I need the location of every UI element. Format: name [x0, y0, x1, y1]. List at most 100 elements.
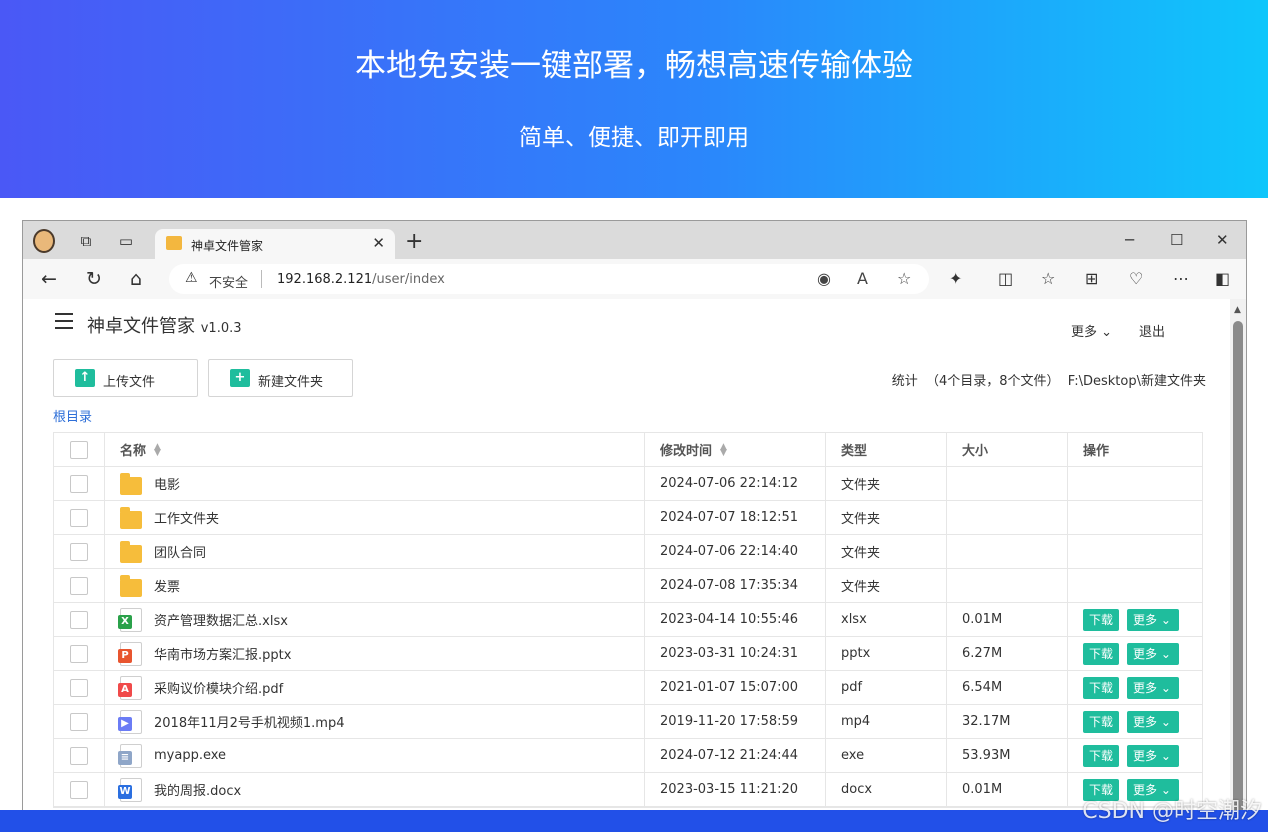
- hamburger-menu-icon[interactable]: [55, 313, 73, 334]
- new-folder-button[interactable]: + 新建文件夹: [208, 359, 353, 397]
- table-row[interactable]: ▶ 2018年11月2号手机视频1.mp4 2019-11-20 17:58:59 m…: [54, 705, 1202, 739]
- table-row[interactable]: 发票 2024-07-08 17:35:34 文件夹: [54, 569, 1202, 603]
- favorites-icon[interactable]: ☆: [1041, 269, 1055, 288]
- file-name[interactable]: 我的周报.docx: [154, 780, 241, 799]
- browser-tab[interactable]: 神卓文件管家 ✕: [155, 229, 395, 259]
- row-checkbox[interactable]: [70, 678, 88, 697]
- folder-icon: [120, 506, 142, 529]
- file-type: 文件夹: [825, 535, 946, 568]
- table-row[interactable]: 团队合同 2024-07-06 22:14:40 文件夹: [54, 535, 1202, 569]
- type-column-header: 类型: [825, 433, 946, 466]
- home-icon[interactable]: ⌂: [130, 268, 142, 290]
- download-button[interactable]: 下载: [1083, 608, 1120, 631]
- scroll-up-icon[interactable]: ▲: [1234, 305, 1241, 315]
- download-button[interactable]: 下载: [1083, 676, 1120, 699]
- file-name[interactable]: myapp.exe: [154, 748, 226, 763]
- upload-icon: ↑: [75, 369, 95, 387]
- breadcrumb-root[interactable]: 根目录: [53, 406, 92, 425]
- row-actions: [1067, 501, 1204, 534]
- name-column-header[interactable]: 名称 ▲ ▼: [104, 433, 644, 466]
- row-checkbox[interactable]: [70, 610, 88, 629]
- more-actions-button[interactable]: 更多 ⌄: [1127, 710, 1180, 733]
- file-name[interactable]: 发票: [154, 576, 180, 595]
- new-tab-icon[interactable]: +: [405, 229, 423, 254]
- file-type: xlsx: [825, 603, 946, 636]
- download-button[interactable]: 下载: [1083, 744, 1120, 767]
- modified-column-header[interactable]: 修改时间 ▲ ▼: [644, 433, 825, 466]
- eye-icon[interactable]: ◉: [817, 269, 831, 288]
- row-checkbox[interactable]: [70, 576, 88, 595]
- stats-text: 统计 （4个目录，8个文件） F:\Desktop\新建文件夹: [891, 374, 1206, 389]
- extensions-icon[interactable]: ✦: [949, 269, 962, 288]
- url-field[interactable]: ⚠ 不安全 192.168.2.121/user/index ◉ A ☆: [169, 264, 929, 294]
- more-actions-button[interactable]: 更多 ⌄: [1127, 744, 1180, 767]
- row-checkbox[interactable]: [70, 474, 88, 493]
- row-checkbox[interactable]: [70, 712, 88, 731]
- file-name[interactable]: 2018年11月2号手机视频1.mp4: [154, 712, 345, 731]
- maximize-icon[interactable]: ☐: [1170, 231, 1183, 249]
- file-size: 6.54M: [946, 671, 1067, 704]
- modified-time: 2023-03-15 11:21:20: [644, 773, 825, 806]
- table-row[interactable]: P 华南市场方案汇报.pptx 2023-03-31 10:24:31 pptx 6.2…: [54, 637, 1202, 671]
- upload-file-button[interactable]: ↑ 上传文件: [53, 359, 198, 397]
- row-checkbox[interactable]: [70, 508, 88, 527]
- sidebar-toggle-icon[interactable]: ◧: [1215, 269, 1230, 288]
- table-row[interactable]: ≡ myapp.exe 2024-07-12 21:24:44 exe 53.93M 下载…: [54, 739, 1202, 773]
- file-name[interactable]: 团队合同: [154, 542, 206, 561]
- close-window-icon[interactable]: ✕: [1216, 231, 1229, 249]
- collections-icon[interactable]: ⊞: [1085, 269, 1098, 288]
- back-icon[interactable]: ←: [41, 268, 57, 290]
- file-name[interactable]: 华南市场方案汇报.pptx: [154, 644, 291, 663]
- modified-time: 2024-07-06 22:14:40: [644, 535, 825, 568]
- file-name[interactable]: 工作文件夹: [154, 508, 219, 527]
- file-table: 名称 ▲ ▼ 修改时间 ▲ ▼ 类型 大小 操作 电影 2024-07-06 22:14:…: [53, 432, 1203, 808]
- file-type: pptx: [825, 637, 946, 670]
- table-row[interactable]: A 采购议价模块介绍.pdf 2021-01-07 15:07:00 pdf 6.54M…: [54, 671, 1202, 705]
- folder-icon: [120, 472, 142, 495]
- more-actions-button[interactable]: 更多 ⌄: [1127, 676, 1180, 699]
- more-actions-button[interactable]: 更多 ⌄: [1127, 608, 1180, 631]
- table-row[interactable]: X 资产管理数据汇总.xlsx 2023-04-14 10:55:46 xlsx 0.0…: [54, 603, 1202, 637]
- file-size: 6.27M: [946, 637, 1067, 670]
- select-all-checkbox[interactable]: [70, 440, 88, 459]
- file-name[interactable]: 资产管理数据汇总.xlsx: [154, 610, 288, 629]
- file-type: 文件夹: [825, 501, 946, 534]
- row-checkbox[interactable]: [70, 746, 88, 765]
- modified-time: 2024-07-08 17:35:34: [644, 569, 825, 602]
- word-file-icon: W: [118, 777, 142, 802]
- file-type: 文件夹: [825, 467, 946, 500]
- more-menu[interactable]: 更多 ⌄: [1071, 321, 1112, 340]
- logout-link[interactable]: 退出: [1139, 321, 1165, 340]
- folder-icon: [120, 574, 142, 597]
- more-actions-button[interactable]: 更多 ⌄: [1127, 642, 1180, 665]
- row-checkbox[interactable]: [70, 780, 88, 799]
- download-button[interactable]: 下载: [1083, 642, 1120, 665]
- row-checkbox[interactable]: [70, 542, 88, 561]
- file-size: [946, 501, 1067, 534]
- profile-avatar[interactable]: [33, 229, 55, 253]
- row-actions: 下载 更多 ⌄: [1067, 603, 1204, 636]
- file-name[interactable]: 电影: [154, 474, 180, 493]
- table-row[interactable]: 工作文件夹 2024-07-07 18:12:51 文件夹: [54, 501, 1202, 535]
- favorite-star-icon[interactable]: ☆: [897, 269, 911, 288]
- more-options-icon[interactable]: ⋯: [1173, 269, 1189, 288]
- file-name[interactable]: 采购议价模块介绍.pdf: [154, 678, 283, 697]
- scroll-thumb[interactable]: [1233, 321, 1243, 819]
- browser-essentials-icon[interactable]: ♡: [1129, 269, 1143, 288]
- close-tab-icon[interactable]: ✕: [372, 234, 385, 252]
- table-row[interactable]: W 我的周报.docx 2023-03-15 11:21:20 docx 0.01M 下载…: [54, 773, 1202, 807]
- table-row[interactable]: 电影 2024-07-06 22:14:12 文件夹: [54, 467, 1202, 501]
- tab-actions-icon[interactable]: ▭: [115, 230, 137, 252]
- split-screen-icon[interactable]: ◫: [998, 269, 1013, 288]
- page-scrollbar[interactable]: ▲: [1230, 299, 1246, 819]
- workspaces-icon[interactable]: ⧉: [75, 230, 97, 252]
- read-aloud-icon[interactable]: A: [857, 269, 868, 288]
- row-checkbox[interactable]: [70, 644, 88, 663]
- url-text: 192.168.2.121/user/index: [277, 272, 445, 287]
- minimize-icon[interactable]: ─: [1125, 231, 1134, 249]
- download-button[interactable]: 下载: [1083, 710, 1120, 733]
- refresh-icon[interactable]: ↻: [86, 268, 102, 290]
- table-header: 名称 ▲ ▼ 修改时间 ▲ ▼ 类型 大小 操作: [54, 433, 1202, 467]
- powerpoint-file-icon: P: [118, 641, 142, 666]
- excel-file-icon: X: [118, 607, 142, 632]
